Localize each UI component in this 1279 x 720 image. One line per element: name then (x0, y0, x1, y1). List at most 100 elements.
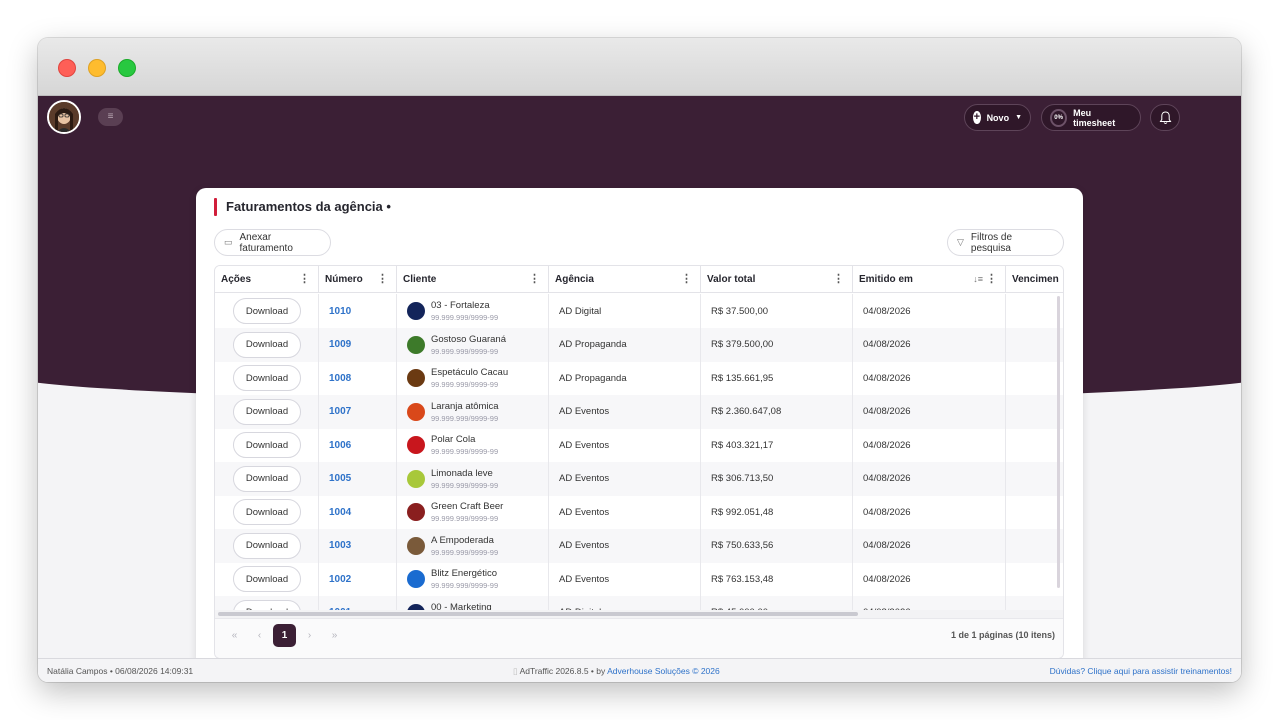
download-button[interactable]: Download (233, 432, 301, 458)
due-date-cell (1006, 428, 1063, 462)
page-button-current[interactable]: 1 (273, 624, 296, 647)
search-filters-button[interactable]: ▽ Filtros de pesquisa (947, 229, 1064, 256)
due-date-cell (1006, 562, 1063, 596)
maximize-window-button[interactable] (118, 59, 136, 77)
total-value-cell: R$ 763.153,48 (701, 562, 853, 596)
previous-page-button[interactable]: ‹ (248, 624, 271, 647)
column-menu-icon[interactable]: ⋮ (377, 266, 388, 293)
client-name: Limonada leve (431, 467, 493, 479)
user-avatar[interactable] (47, 100, 81, 134)
column-header-agency[interactable]: Agência ⋮ (549, 266, 701, 293)
due-date-cell (1006, 529, 1063, 563)
issued-date-cell: 04/08/2026 (853, 361, 1006, 395)
client-logo-icon (407, 302, 425, 320)
download-button[interactable]: Download (233, 599, 301, 610)
invoice-number-link[interactable]: 1006 (329, 440, 351, 451)
total-value-cell: R$ 135.661,95 (701, 361, 853, 395)
download-button[interactable]: Download (233, 398, 301, 425)
invoice-number-link[interactable]: 1004 (329, 507, 351, 518)
download-button[interactable]: Download (233, 499, 301, 525)
invoice-number-link[interactable]: 1009 (329, 339, 351, 350)
client-document: 99.999.999/9999-99 (431, 480, 499, 490)
column-header-due[interactable]: Vencimen (1006, 266, 1063, 293)
table-row[interactable]: Download 1001 00 - Marketing99.999.999/999… (215, 595, 1063, 611)
table-row[interactable]: Download 1006 Polar Cola 99.999.999/9999-99… (215, 428, 1063, 462)
client-logo-icon (407, 335, 425, 354)
total-value-cell: R$ 750.633,56 (701, 528, 853, 563)
actions-cell: Download (215, 294, 319, 328)
agency-cell: AD Digital (549, 294, 701, 328)
download-button[interactable]: Download (233, 566, 301, 592)
client-logo-icon (407, 503, 425, 521)
company-link[interactable]: Adverhouse Soluções © 2026 (607, 666, 720, 676)
actions-cell: Download (215, 562, 319, 596)
column-label: Agência (555, 274, 594, 285)
number-cell: 1002 (319, 562, 397, 596)
attach-icon: ▭ (224, 237, 233, 247)
invoice-number-link[interactable]: 1010 (329, 306, 351, 317)
agency-cell: AD Propaganda (549, 327, 701, 362)
column-menu-icon[interactable]: ⋮ (986, 266, 997, 293)
table-row[interactable]: Download 1003 A Empoderada 99.999.999/9999-… (215, 528, 1063, 563)
client-document: 99.999.999/9999-99 (431, 514, 499, 523)
column-header-total[interactable]: Valor total ⋮ (701, 266, 853, 293)
table-row[interactable]: Download 1008 Espetáculo Cacau 99.999.999/9… (215, 361, 1063, 395)
number-cell: 1007 (319, 394, 397, 429)
download-button[interactable]: Download (233, 532, 301, 559)
column-label: Emitido em (859, 274, 913, 285)
agency-cell: AD Digital (549, 595, 701, 610)
column-header-issued[interactable]: Emitido em ↓≡ ⋮ (853, 266, 1006, 293)
table-row[interactable]: Download 1009 Gostoso Guaraná 99.999.999/99… (215, 327, 1063, 362)
column-menu-icon[interactable]: ⋮ (681, 266, 692, 293)
page-title: Faturamentos da agência • (226, 199, 391, 214)
minimize-window-button[interactable] (88, 59, 106, 77)
sidebar-toggle-button[interactable]: ≡ (98, 108, 123, 126)
invoice-number-link[interactable]: 1008 (329, 373, 351, 384)
table-row[interactable]: Download 1007 Laranja atômica 99.999.999/99… (215, 394, 1063, 429)
client-info: 00 - Marketing99.999.999/9999-99 (431, 602, 498, 611)
sort-descending-icon[interactable]: ↓≡ (973, 266, 983, 293)
invoice-number-link[interactable]: 1005 (329, 473, 351, 484)
first-page-button[interactable]: « (223, 624, 246, 647)
column-header-actions[interactable]: Ações ⋮ (215, 266, 319, 293)
download-button[interactable]: Download (233, 465, 301, 492)
notifications-button[interactable] (1150, 104, 1180, 131)
bell-icon (1159, 110, 1171, 124)
column-menu-icon[interactable]: ⋮ (299, 266, 310, 293)
attach-invoice-button[interactable]: ▭ Anexar faturamento (214, 229, 331, 256)
avatar-image (49, 102, 79, 132)
timesheet-button[interactable]: 0% Meu timesheet (1041, 104, 1141, 131)
issued-date-cell: 04/08/2026 (853, 528, 1006, 563)
client-name: A Empoderada (431, 534, 494, 546)
download-button[interactable]: Download (233, 331, 301, 358)
column-menu-icon[interactable]: ⋮ (529, 266, 540, 293)
invoice-number-link[interactable]: 1007 (329, 406, 351, 417)
new-button[interactable]: + Novo ▼ (964, 104, 1031, 131)
client-name: 00 - Marketing (431, 601, 492, 611)
client-logo-icon (407, 469, 425, 488)
column-header-client[interactable]: Cliente ⋮ (397, 266, 549, 293)
table-row[interactable]: Download 1010 03 - Fortaleza 99.999.999/999… (215, 294, 1063, 328)
table-row[interactable]: Download 1002 Blitz Energético 99.999.999/9… (215, 562, 1063, 596)
client-info: Espetáculo Cacau 99.999.999/9999-99 (431, 367, 508, 389)
last-page-button[interactable]: » (323, 624, 346, 647)
client-info: A Empoderada 99.999.999/9999-99 (431, 535, 498, 557)
number-cell: 1001 (319, 595, 397, 610)
download-button[interactable]: Download (233, 298, 301, 324)
invoice-number-link[interactable]: 1003 (329, 540, 351, 551)
agency-cell: AD Eventos (549, 495, 701, 529)
horizontal-scrollbar[interactable] (218, 612, 858, 616)
column-header-number[interactable]: Número ⋮ (319, 266, 397, 293)
next-page-button[interactable]: › (298, 624, 321, 647)
help-link[interactable]: Dúvidas? Clique aqui para assistir trein… (1050, 666, 1232, 676)
invoice-number-link[interactable]: 1002 (329, 574, 351, 585)
client-cell: Blitz Energético 99.999.999/9999-99 (397, 562, 549, 596)
table-row[interactable]: Download 1005 Limonada leve 99.999.999/9999… (215, 461, 1063, 496)
download-button[interactable]: Download (233, 365, 301, 391)
vertical-scrollbar[interactable] (1057, 296, 1060, 588)
agency-cell: AD Eventos (549, 461, 701, 496)
close-window-button[interactable] (58, 59, 76, 77)
agency-cell: AD Eventos (549, 394, 701, 429)
column-menu-icon[interactable]: ⋮ (833, 266, 844, 293)
table-row[interactable]: Download 1004 Green Craft Beer 99.999.999/9… (215, 495, 1063, 529)
